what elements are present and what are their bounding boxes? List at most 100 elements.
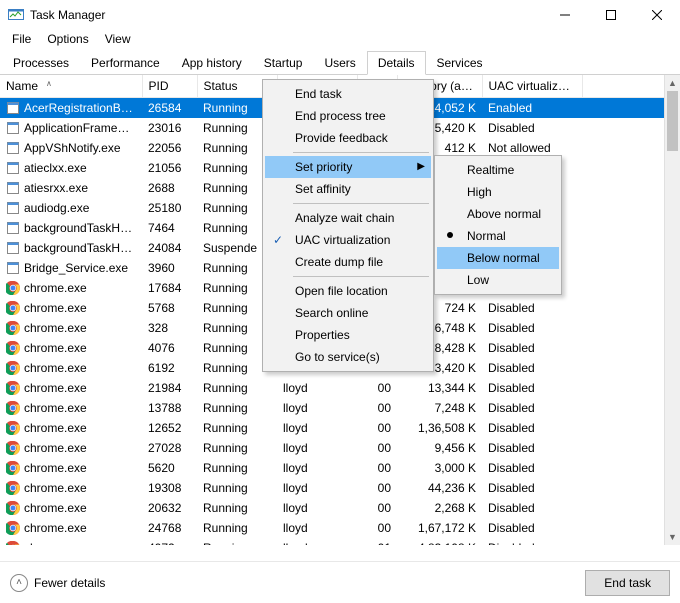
cell-pid: 20632 [142, 498, 197, 518]
tabstrip: ProcessesPerformanceApp historyStartupUs… [0, 50, 680, 75]
fewer-details-label: Fewer details [34, 576, 105, 590]
table-row[interactable]: chrome.exe19308Runninglloyd0044,236 KDis… [0, 478, 680, 498]
menu-file[interactable]: File [4, 30, 39, 48]
menu-item-analyze-wait-chain[interactable]: Analyze wait chain [265, 207, 431, 229]
scroll-down-icon[interactable]: ▼ [665, 529, 680, 545]
priority-low[interactable]: Low [437, 269, 559, 291]
col-uac[interactable]: UAC virtualizati... [482, 75, 582, 98]
cell-pid: 27028 [142, 438, 197, 458]
menu-separator [293, 152, 429, 153]
cell-pid: 7464 [142, 218, 197, 238]
menu-item-create-dump-file[interactable]: Create dump file [265, 251, 431, 273]
cell-pid: 328 [142, 318, 197, 338]
process-name: chrome.exe [24, 341, 87, 355]
cell-cpu: 00 [357, 378, 397, 398]
scroll-thumb[interactable] [667, 91, 678, 151]
process-icon [6, 301, 20, 315]
menu-item-end-task[interactable]: End task [265, 83, 431, 105]
process-name: backgroundTaskHost... [24, 241, 136, 255]
cell-cpu: 00 [357, 418, 397, 438]
col-name[interactable]: Name∧ [0, 75, 142, 98]
menu-item-end-process-tree[interactable]: End process tree [265, 105, 431, 127]
col-pid[interactable]: PID [142, 75, 197, 98]
menu-options[interactable]: Options [39, 30, 96, 48]
scroll-up-icon[interactable]: ▲ [665, 75, 680, 91]
cell-pid: 4076 [142, 338, 197, 358]
cell-pid: 24768 [142, 518, 197, 538]
table-row[interactable]: chrome.exe12652Runninglloyd001,36,508 KD… [0, 418, 680, 438]
cell-uac: Disabled [482, 498, 582, 518]
close-button[interactable] [634, 0, 680, 30]
cell-memory: 9,456 K [397, 438, 482, 458]
vertical-scrollbar[interactable]: ▲ ▼ [664, 75, 680, 545]
priority-above-normal[interactable]: Above normal [437, 203, 559, 225]
process-icon [6, 121, 20, 135]
minimize-button[interactable] [542, 0, 588, 30]
cell-status: Running [197, 378, 277, 398]
menu-item-open-file-location[interactable]: Open file location [265, 280, 431, 302]
menu-item-set-affinity[interactable]: Set affinity [265, 178, 431, 200]
cell-uac: Disabled [482, 318, 582, 338]
tab-app-history[interactable]: App history [171, 51, 253, 75]
cell-pid: 12652 [142, 418, 197, 438]
cell-uac: Disabled [482, 418, 582, 438]
cell-user: lloyd [277, 398, 357, 418]
priority-high[interactable]: High [437, 181, 559, 203]
menu-item-search-online[interactable]: Search online [265, 302, 431, 324]
table-row[interactable]: chrome.exe20632Runninglloyd002,268 KDisa… [0, 498, 680, 518]
cell-pid: 22056 [142, 138, 197, 158]
tab-details[interactable]: Details [367, 51, 426, 75]
process-table: Name∧ PID Status User name CPU Memory (a… [0, 75, 680, 545]
cell-pid: 25180 [142, 198, 197, 218]
process-icon [6, 201, 20, 215]
process-name: AppVShNotify.exe [24, 141, 121, 155]
menu-view[interactable]: View [97, 30, 139, 48]
cell-status: Running [197, 538, 277, 546]
tab-processes[interactable]: Processes [2, 51, 80, 75]
tab-services[interactable]: Services [426, 51, 494, 75]
tab-users[interactable]: Users [313, 51, 366, 75]
menu-item-go-to-service-s-[interactable]: Go to service(s) [265, 346, 431, 368]
process-name: chrome.exe [24, 541, 87, 546]
table-row[interactable]: chrome.exe21984Runninglloyd0013,344 KDis… [0, 378, 680, 398]
menu-item-properties[interactable]: Properties [265, 324, 431, 346]
menu-item-provide-feedback[interactable]: Provide feedback [265, 127, 431, 149]
cell-pid: 2688 [142, 178, 197, 198]
end-task-button[interactable]: End task [585, 570, 670, 596]
priority-below-normal[interactable]: Below normal [437, 247, 559, 269]
cell-cpu: 00 [357, 398, 397, 418]
process-name: Bridge_Service.exe [24, 261, 128, 275]
cell-status: Running [197, 438, 277, 458]
process-name: chrome.exe [24, 521, 87, 535]
fewer-details-button[interactable]: ˄ Fewer details [10, 574, 105, 592]
cell-uac: Disabled [482, 338, 582, 358]
priority-submenu: RealtimeHighAbove normalNormalBelow norm… [434, 155, 562, 295]
tab-performance[interactable]: Performance [80, 51, 171, 75]
process-name: chrome.exe [24, 441, 87, 455]
tab-startup[interactable]: Startup [253, 51, 314, 75]
cell-uac: Disabled [482, 118, 582, 138]
cell-pid: 3960 [142, 258, 197, 278]
menu-item-set-priority[interactable]: Set priority▶ [265, 156, 431, 178]
table-row[interactable]: chrome.exe4072Runninglloyd014,83,108 KDi… [0, 538, 680, 546]
chevron-up-icon: ˄ [10, 574, 28, 592]
process-icon [6, 261, 20, 275]
process-icon [6, 461, 20, 475]
process-icon [6, 401, 20, 415]
cell-uac: Enabled [482, 98, 582, 118]
menu-item-uac-virtualization[interactable]: UAC virtualization✓ [265, 229, 431, 251]
process-name: atiesrxx.exe [24, 181, 88, 195]
priority-normal[interactable]: Normal [437, 225, 559, 247]
priority-realtime[interactable]: Realtime [437, 159, 559, 181]
table-row[interactable]: chrome.exe24768Runninglloyd001,67,172 KD… [0, 518, 680, 538]
cell-cpu: 00 [357, 438, 397, 458]
process-name: chrome.exe [24, 501, 87, 515]
table-row[interactable]: chrome.exe5620Runninglloyd003,000 KDisab… [0, 458, 680, 478]
cell-pid: 17684 [142, 278, 197, 298]
cell-pid: 26584 [142, 98, 197, 118]
process-name: atieclxx.exe [24, 161, 87, 175]
table-row[interactable]: chrome.exe27028Runninglloyd009,456 KDisa… [0, 438, 680, 458]
cell-status: Running [197, 498, 277, 518]
table-row[interactable]: chrome.exe13788Runninglloyd007,248 KDisa… [0, 398, 680, 418]
maximize-button[interactable] [588, 0, 634, 30]
